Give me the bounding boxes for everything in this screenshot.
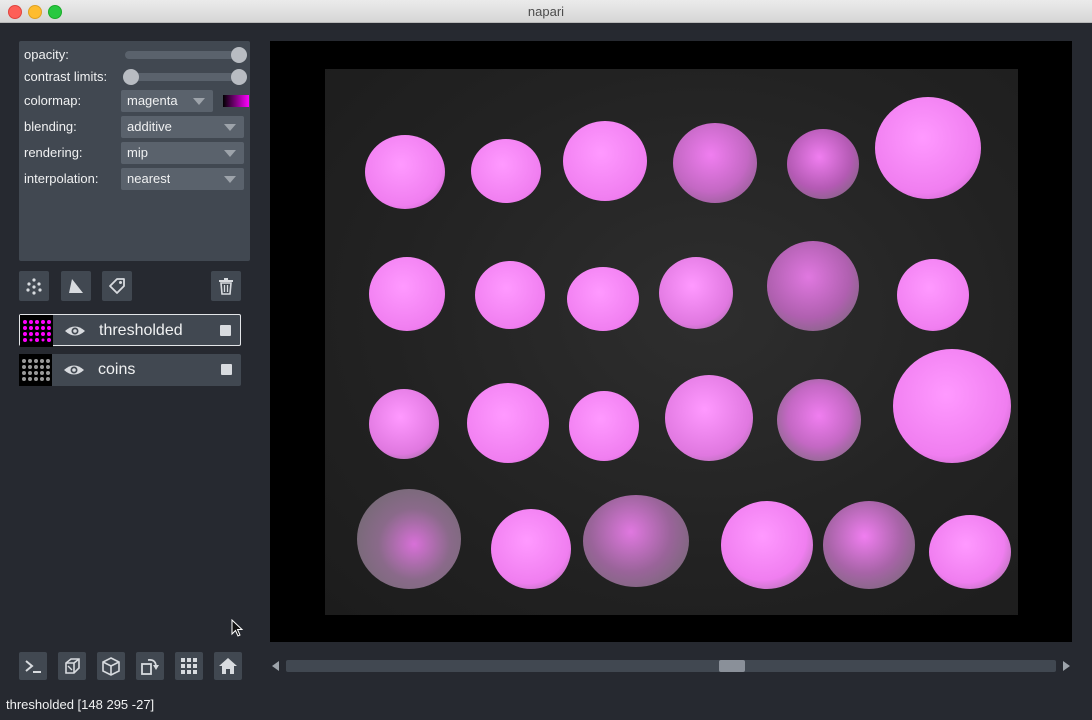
interpolation-value: nearest (127, 171, 171, 186)
contrast-limits-label: contrast limits: (24, 69, 108, 84)
new-points-button[interactable] (19, 271, 49, 301)
coin (721, 501, 813, 589)
transpose-icon (141, 658, 159, 675)
layer-thumbnail (19, 354, 52, 386)
delete-layer-icon (219, 278, 233, 295)
layer-thumbnail (20, 315, 53, 347)
new-points-icon (26, 278, 42, 295)
interpolation-label: interpolation: (24, 171, 99, 186)
ndisplay-icon (65, 658, 80, 674)
layer-controls-panel: opacity: contrast limits: colormap: mage… (19, 41, 250, 261)
interpolation-combobox[interactable]: nearest (121, 168, 244, 190)
opacity-slider[interactable] (125, 47, 247, 63)
roll-dims-icon (102, 657, 120, 676)
eye-icon[interactable] (63, 362, 85, 378)
new-labels-button[interactable] (102, 271, 132, 301)
roll-dims-button[interactable] (97, 652, 125, 680)
viewer-canvas[interactable] (270, 41, 1072, 642)
blending-row: blending: additive (24, 116, 246, 138)
ndisplay-button[interactable] (58, 652, 86, 680)
coin (929, 515, 1011, 589)
rendering-value: mip (127, 145, 148, 160)
coin (369, 389, 439, 459)
coin (569, 391, 639, 461)
coin (467, 383, 549, 463)
status-text: thresholded [148 295 -27] (6, 697, 155, 712)
eye-icon[interactable] (64, 323, 86, 339)
contrast-max-handle[interactable] (231, 69, 247, 85)
coin (823, 501, 915, 589)
chevron-down-icon (224, 150, 236, 157)
blending-label: blending: (24, 119, 77, 134)
rendering-row: rendering: mip (24, 142, 246, 164)
grid-icon (181, 658, 197, 674)
coin (357, 489, 461, 589)
coin (665, 375, 753, 461)
home-icon (219, 658, 237, 674)
coin (365, 135, 445, 209)
new-shapes-button[interactable] (61, 271, 91, 301)
coin (475, 261, 545, 329)
dims-slider[interactable] (270, 658, 1072, 674)
coin (567, 267, 639, 331)
dims-slider-track[interactable] (286, 660, 1056, 672)
opacity-label: opacity: (24, 47, 69, 62)
contrast-limits-slider[interactable] (123, 69, 247, 85)
colormap-value: magenta (127, 93, 178, 108)
rendering-combobox[interactable]: mip (121, 142, 244, 164)
coin (875, 97, 981, 199)
console-button[interactable] (19, 652, 47, 680)
coin (583, 495, 689, 587)
coin (659, 257, 733, 329)
coin (787, 129, 859, 199)
opacity-slider-handle[interactable] (231, 47, 247, 63)
layer-name: coins (98, 361, 136, 378)
home-button[interactable] (214, 652, 242, 680)
layer-item-coins[interactable]: coins (19, 354, 241, 386)
coin (563, 121, 647, 201)
dims-slider-handle[interactable] (719, 660, 745, 672)
interpolation-row: interpolation: nearest (24, 168, 246, 190)
colormap-label: colormap: (24, 93, 82, 108)
coin (897, 259, 969, 331)
blending-combobox[interactable]: additive (121, 116, 244, 138)
layer-select-checkbox[interactable] (220, 325, 231, 336)
coin (491, 509, 571, 589)
colormap-row: colormap: magenta (24, 90, 249, 112)
delete-layer-button[interactable] (211, 271, 241, 301)
chevron-down-icon (224, 124, 236, 131)
console-icon (25, 660, 41, 673)
chevron-left-icon[interactable] (272, 661, 279, 671)
status-bar: thresholded [148 295 -27] (0, 695, 1092, 720)
coin (673, 123, 757, 203)
mouse-cursor-icon (231, 619, 244, 637)
chevron-down-icon (193, 98, 205, 105)
coin (471, 139, 541, 203)
chevron-down-icon (224, 176, 236, 183)
new-shapes-icon (69, 279, 83, 293)
new-labels-icon (109, 278, 125, 294)
layer-item-thresholded[interactable]: thresholded (19, 314, 241, 347)
opacity-row: opacity: (24, 44, 247, 66)
transpose-button[interactable] (136, 652, 164, 680)
coins-image (325, 69, 1018, 615)
coin (777, 379, 861, 461)
contrast-min-handle[interactable] (123, 69, 139, 85)
coin (767, 241, 859, 331)
layer-name: thresholded (99, 322, 183, 339)
window-title: napari (527, 4, 565, 19)
colormap-preview (223, 95, 249, 107)
coin (369, 257, 445, 331)
blending-value: additive (127, 119, 172, 134)
coin (893, 349, 1011, 463)
chevron-right-icon[interactable] (1063, 661, 1070, 671)
grid-view-button[interactable] (175, 652, 203, 680)
colormap-combobox[interactable]: magenta (121, 90, 213, 112)
layer-select-checkbox[interactable] (221, 364, 232, 375)
title-bar: napari (0, 0, 1092, 23)
rendering-label: rendering: (24, 145, 83, 160)
contrast-limits-row: contrast limits: (24, 66, 247, 88)
